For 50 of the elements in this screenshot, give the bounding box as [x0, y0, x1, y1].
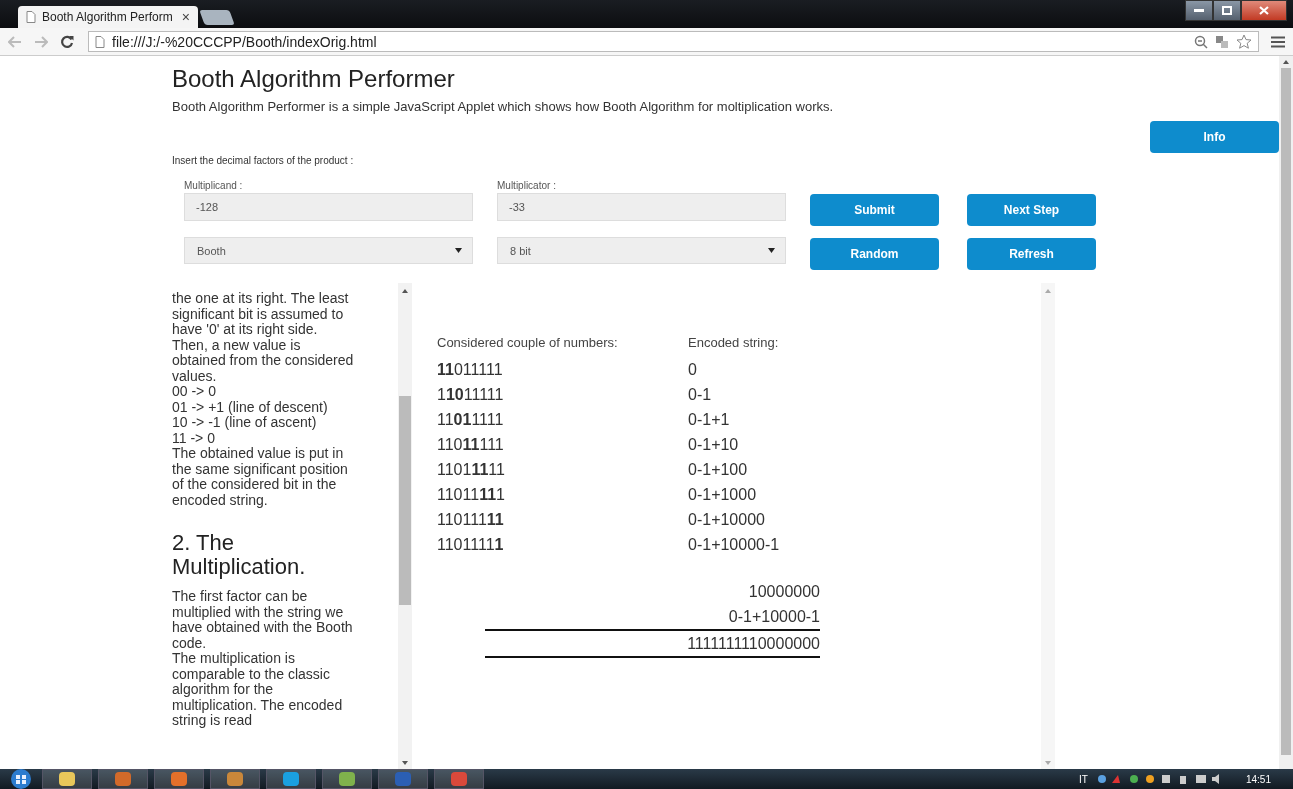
- field-label: Multiplicand :: [184, 180, 244, 191]
- action-button[interactable]: Refresh: [967, 238, 1096, 270]
- bit-pair-cell-text: 11011111: [437, 461, 506, 479]
- guide-paragraph: the one at its right. The least significant bit is assumed to have '0' at its right side.: [172, 291, 350, 338]
- action-button[interactable]: Submit: [810, 194, 939, 226]
- guide-paragraph: Then, a new value is obtained from the considered values.: [172, 337, 355, 384]
- bit-pair-cell-text: 11011111: [437, 486, 506, 504]
- guide-paragraph: 10 -> -1 (line of ascent): [172, 415, 317, 431]
- encoded-cell-text: 0-1+100: [688, 461, 749, 479]
- column-header: Considered couple of numbers:: [437, 335, 619, 350]
- dropdown[interactable]: 8 bit: [497, 237, 786, 264]
- address-bar[interactable]: file:///J:/-%20CCCPP/Booth/indexOrig.html: [88, 31, 1259, 52]
- bit-pair-cell-text: 11011111: [437, 361, 504, 379]
- language-indicator[interactable]: IT: [1079, 773, 1088, 785]
- column-header: Encoded string:: [688, 335, 780, 350]
- encoded-cell-text: 0-1+10000-1: [688, 536, 781, 554]
- product: 1111111110000000: [687, 634, 820, 654]
- guide-paragraph: 11 -> 0: [172, 430, 216, 446]
- page-title: Booth Algorithm Performer: [172, 65, 456, 93]
- encoded-cell-text: 0-1: [688, 386, 713, 404]
- action-button[interactable]: Random: [810, 238, 939, 270]
- clock: 14:51: [1245, 773, 1271, 785]
- operand: 10000000: [748, 582, 820, 602]
- field-label: Multiplicator :: [497, 180, 557, 191]
- bit-pair-cell-text: 11011111: [437, 436, 505, 454]
- page-description: Booth Algorithm Performer is a simple JavaScript Applet which shows how Booth Algorithm for moltiplication works.: [172, 99, 835, 114]
- info-button[interactable]: Info: [1150, 121, 1279, 153]
- input-field[interactable]: -33: [497, 193, 786, 221]
- input-field[interactable]: -128: [184, 193, 473, 221]
- guide-paragraph: The obtained value is put in the same significant position of the considered bit in the encoded string.: [172, 446, 349, 508]
- operand: 0-1+10000-1: [728, 607, 820, 627]
- bit-pair-cell-text: 11011111: [437, 536, 505, 554]
- browser-tab[interactable]: Booth Algorithm Perform ×: [18, 6, 198, 28]
- encoded-cell-text: 0-1+10000: [688, 511, 766, 529]
- bit-pair-cell-text: 11011111: [437, 511, 505, 529]
- encoded-cell-text: 0-1+10: [688, 436, 740, 454]
- instruction-text: Insert the decimal factors of the product :: [172, 155, 355, 166]
- bit-pair-cell-text: 11011111: [437, 411, 505, 429]
- guide-paragraph: 00 -> 0: [172, 384, 217, 400]
- guide-paragraph: 01 -> +1 (line of descent): [172, 399, 329, 415]
- tab-close-button[interactable]: ×: [181, 9, 190, 25]
- encoded-cell-text: 0-1+1: [688, 411, 731, 429]
- guide-paragraph: The first factor can be multiplied with the string we have obtained with the Booth code.: [172, 589, 354, 651]
- encoded-cell-text: 0-1+1000: [688, 486, 758, 504]
- section-heading: 2. The Multiplication.: [172, 531, 307, 579]
- guide-paragraph: The multiplication is comparable to the classic algorithm for the multiplication. The encoded string is read: [172, 651, 344, 729]
- action-button[interactable]: Next Step: [967, 194, 1096, 226]
- dropdown[interactable]: Booth: [184, 237, 473, 264]
- encoded-cell-text: 0: [688, 361, 698, 379]
- bit-pair-cell-text: 11011111: [437, 386, 505, 404]
